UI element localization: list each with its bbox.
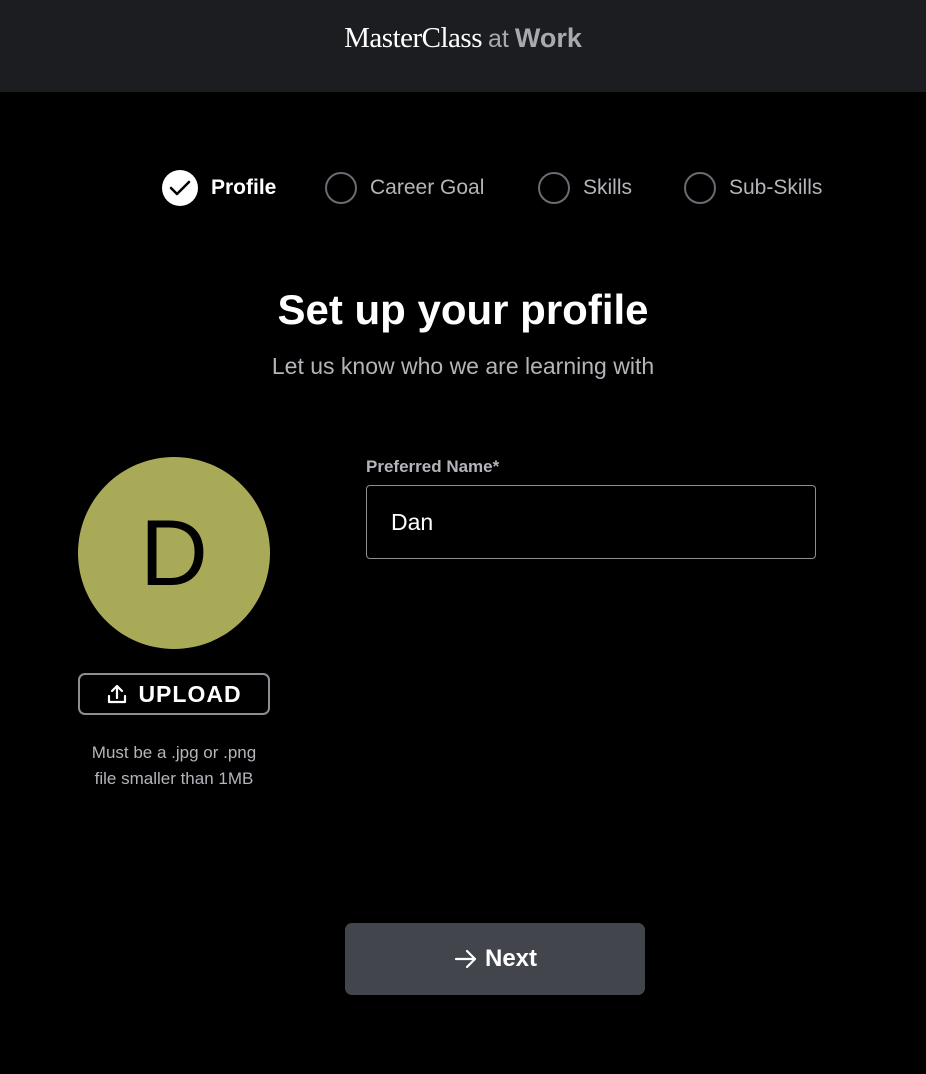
step-circle-icon [538, 172, 570, 204]
upload-icon [108, 684, 127, 704]
upload-hint-line: file smaller than 1MB [94, 769, 254, 788]
logo-work: Work [514, 23, 582, 53]
logo-brand: MasterClass [344, 22, 482, 54]
upload-hint-line: Must be a .jpg or .png [91, 743, 257, 762]
step-circle-icon [325, 172, 357, 204]
preferred-name-label: Preferred Name* [366, 457, 500, 476]
avatar: D [78, 457, 270, 649]
step-label: Career Goal [370, 176, 485, 199]
step-skills: Skills [538, 170, 632, 206]
upload-hint: Must be a .jpg or .png file smaller than… [60, 740, 288, 792]
page-subtitle: Let us know who we are learning with [271, 353, 655, 379]
step-sub-skills: Sub-Skills [684, 170, 822, 206]
logo-at: at [488, 25, 509, 53]
next-label: Next [484, 945, 538, 972]
step-profile: Profile [162, 170, 276, 206]
step-circle-icon [684, 172, 716, 204]
upload-label: UPLOAD [138, 680, 242, 707]
top-header: MasterClass at Work [0, 0, 926, 92]
next-button[interactable]: Next [345, 923, 645, 995]
arrow-right-icon [454, 949, 477, 969]
step-label: Sub-Skills [729, 176, 823, 199]
avatar-initial: D [140, 500, 208, 605]
step-label: Skills [583, 176, 633, 199]
preferred-name-input[interactable] [366, 485, 816, 559]
page-title: Set up your profile [277, 286, 649, 333]
masterclass-at-work-logo[interactable]: MasterClass at Work [0, 22, 926, 55]
step-label: Profile [211, 176, 277, 199]
check-icon [162, 170, 198, 206]
step-career-goal: Career Goal [325, 170, 484, 206]
upload-button[interactable]: UPLOAD [78, 673, 270, 715]
